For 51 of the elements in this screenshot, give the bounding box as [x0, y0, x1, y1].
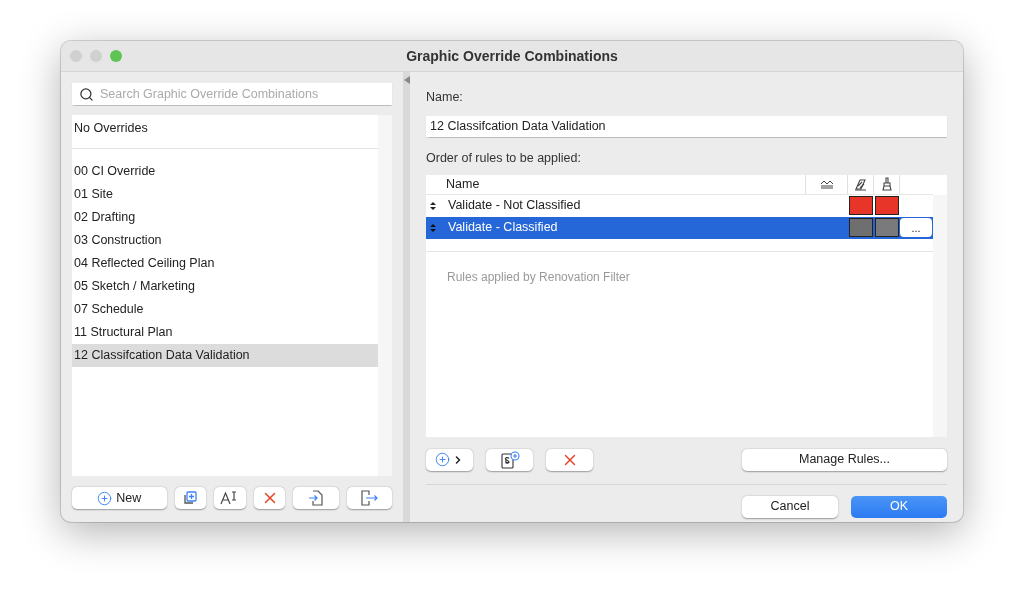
- list-item[interactable]: 05 Sketch / Marketing: [72, 275, 378, 298]
- rule-name: Validate - Not Classified: [447, 197, 582, 215]
- add-icon: [435, 452, 450, 467]
- list-item[interactable]: 02 Drafting: [72, 206, 378, 229]
- surface-icon: [854, 177, 867, 191]
- delete-rule-button[interactable]: [546, 448, 593, 471]
- color-swatch[interactable]: [875, 196, 899, 215]
- new-button[interactable]: New: [72, 487, 167, 509]
- color-swatch[interactable]: [849, 218, 873, 237]
- brush-icon: [881, 177, 892, 191]
- search-field[interactable]: Search Graphic Override Combinations: [72, 83, 392, 105]
- window-title: Graphic Override Combinations: [406, 46, 618, 66]
- reorder-icon: [429, 200, 437, 211]
- import-icon: [307, 490, 324, 506]
- duplicate-icon: [182, 490, 199, 506]
- column-header[interactable]: Name: [426, 174, 805, 194]
- renovation-note: Rules applied by Renovation Filter: [447, 269, 630, 284]
- name-label: Name:: [426, 89, 464, 106]
- collapse-icon[interactable]: [403, 76, 410, 84]
- manage-rules-button[interactable]: Manage Rules...: [742, 448, 947, 471]
- list-item[interactable]: 04 Reflected Ceiling Plan: [72, 252, 378, 275]
- list-item[interactable]: No Overrides: [72, 115, 378, 149]
- rule-row[interactable]: Validate - Classified ...: [426, 216, 933, 239]
- rule-name: Validate - Classified: [447, 219, 559, 237]
- list-item[interactable]: 00 CI Override: [72, 160, 378, 183]
- list-item[interactable]: 03 Construction: [72, 229, 378, 252]
- add-rule-button[interactable]: [426, 448, 473, 471]
- rule-row[interactable]: Validate - Not Classified: [426, 194, 933, 217]
- list-item[interactable]: 12 Classifcation Data Validation: [72, 344, 378, 367]
- more-button[interactable]: ...: [900, 218, 932, 237]
- rename-button[interactable]: [214, 487, 246, 509]
- section-plus-icon: [499, 450, 520, 469]
- color-swatch[interactable]: [849, 196, 873, 215]
- list-item[interactable]: 01 Site: [72, 183, 378, 206]
- list-item[interactable]: 11 Structural Plan: [72, 321, 378, 344]
- delete-button[interactable]: [253, 487, 286, 509]
- list-item[interactable]: 07 Schedule: [72, 298, 378, 321]
- name-field[interactable]: 12 Classifcation Data Validation: [426, 115, 947, 137]
- export-icon: [360, 490, 379, 506]
- zoom-window-button[interactable]: [110, 50, 122, 62]
- search-icon: [79, 86, 94, 102]
- export-button[interactable]: [346, 487, 392, 509]
- fill-pattern-icon: [819, 179, 834, 189]
- cancel-button[interactable]: Cancel: [742, 495, 838, 518]
- add-rule-set-button[interactable]: [486, 448, 533, 471]
- color-swatch[interactable]: [875, 218, 899, 237]
- import-button[interactable]: [293, 487, 339, 509]
- reorder-icon: [429, 222, 437, 233]
- rules-label: Order of rules to be applied:: [426, 149, 582, 167]
- duplicate-button[interactable]: [174, 487, 207, 509]
- add-icon: [97, 490, 113, 506]
